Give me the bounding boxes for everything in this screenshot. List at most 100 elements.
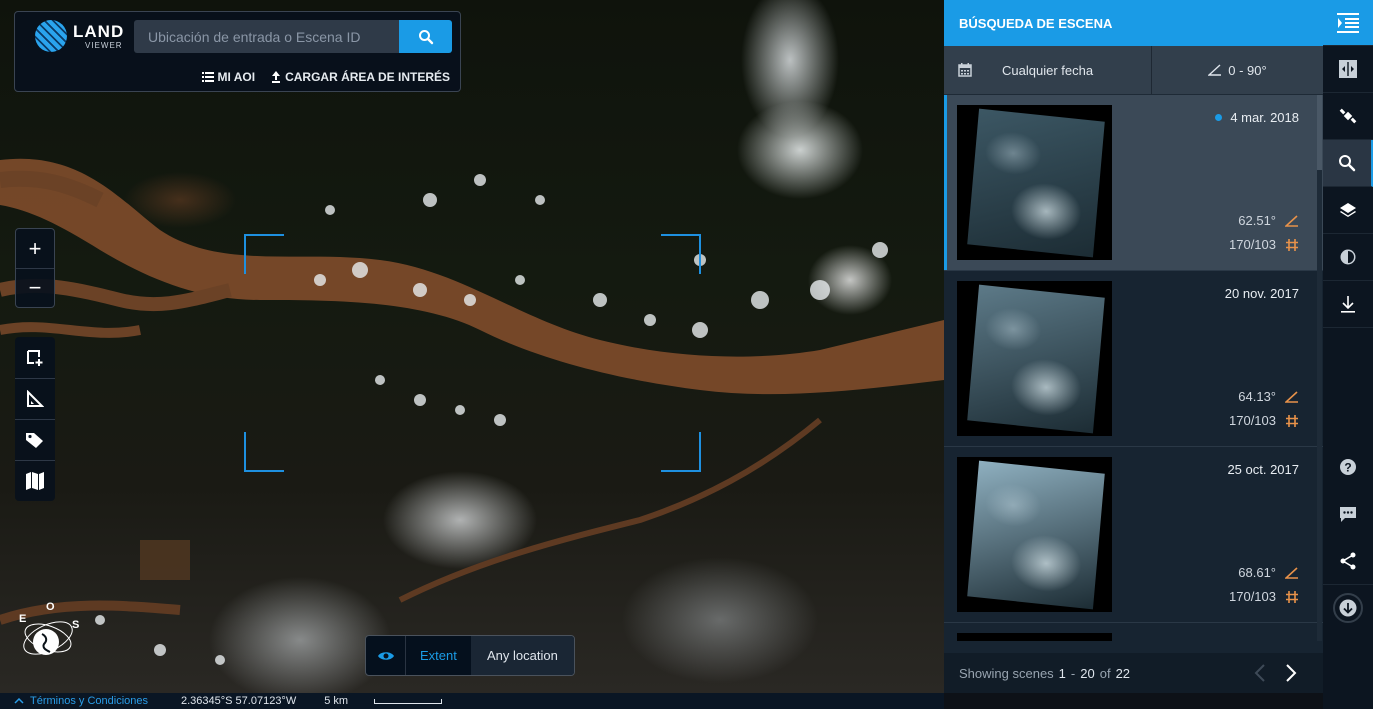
my-aoi-label: MI AOI — [217, 70, 256, 84]
help-button[interactable]: ? — [1323, 443, 1373, 490]
layers-button[interactable] — [1323, 187, 1373, 234]
download-icon — [1341, 296, 1355, 313]
location-search-input[interactable] — [134, 20, 400, 53]
upload-aoi-link[interactable]: CARGAR ÁREA DE INTERÉS — [271, 70, 450, 84]
upload-aoi-label: CARGAR ÁREA DE INTERÉS — [285, 70, 450, 84]
previous-page-button[interactable] — [1254, 663, 1266, 686]
chevron-left-icon — [1254, 664, 1265, 682]
share-icon — [1340, 552, 1356, 569]
scale-label: 5 km — [324, 695, 349, 707]
download-button[interactable] — [1323, 281, 1373, 328]
my-aoi-link[interactable]: MI AOI — [201, 70, 256, 84]
scene-date: 25 oct. 2017 — [1227, 462, 1299, 477]
zoom-out-button[interactable]: − — [16, 268, 54, 307]
search-button[interactable] — [399, 20, 452, 53]
scene-item[interactable]: 20 nov. 2017 64.13° 170/103 — [944, 271, 1323, 447]
terms-label: Términos y Condiciones — [30, 695, 148, 707]
circle-download-button[interactable] — [1323, 584, 1373, 631]
aoi-corner-bottom-left — [244, 432, 284, 472]
angle-icon — [1208, 64, 1222, 76]
area-select-icon — [27, 349, 43, 366]
date-filter[interactable]: Cualquier fecha — [944, 46, 1152, 94]
satellite-icon — [1339, 108, 1357, 124]
satellite-map[interactable] — [0, 0, 944, 693]
feedback-button[interactable] — [1323, 490, 1373, 537]
pager-to: 20 — [1080, 665, 1095, 681]
angle-icon — [1285, 214, 1298, 227]
aoi-corner-bottom-right — [661, 432, 701, 472]
contrast-button[interactable] — [1323, 234, 1373, 281]
land-viewer-logo[interactable]: LAND VIEWER — [35, 20, 123, 56]
search-icon — [1339, 155, 1356, 172]
pager-prefix: Showing scenes — [959, 665, 1054, 681]
ruler-button[interactable] — [15, 378, 55, 419]
collapse-panel-icon — [1337, 12, 1359, 33]
contrast-icon — [1340, 249, 1356, 265]
extent-toggle: Extent Any location — [365, 635, 575, 676]
globe-icon — [35, 20, 67, 52]
path-row-value: 170/103 — [1229, 237, 1276, 252]
satellite-button[interactable] — [1323, 93, 1373, 140]
svg-text:?: ? — [1344, 460, 1351, 474]
logo-subtext: VIEWER — [85, 41, 123, 50]
share-button[interactable] — [1323, 537, 1373, 584]
scene-date: 20 nov. 2017 — [1224, 286, 1299, 301]
sun-angle-value: 64.13° — [1238, 389, 1276, 404]
compare-button[interactable] — [1323, 46, 1373, 93]
terms-link[interactable]: Términos y Condiciones — [14, 695, 148, 707]
scrollbar-handle[interactable] — [1317, 95, 1322, 170]
pager-of: of — [1099, 665, 1111, 681]
aoi-corner-top-left — [244, 234, 284, 274]
sun-angle-value: 62.51° — [1238, 213, 1276, 228]
scene-item[interactable]: 25 oct. 2017 68.61° 170/103 — [944, 447, 1323, 623]
help-icon: ? — [1340, 458, 1356, 475]
area-select-button[interactable] — [15, 337, 55, 378]
scene-item-partial[interactable] — [944, 623, 1323, 641]
next-page-button[interactable] — [1285, 663, 1297, 686]
panel-title: BÚSQUEDA DE ESCENA — [944, 0, 1323, 46]
aoi-corner-top-right — [661, 234, 701, 274]
hash-icon — [1286, 414, 1298, 427]
right-icon-rail: ? — [1323, 0, 1373, 709]
visibility-toggle[interactable] — [366, 636, 406, 675]
upload-icon — [272, 71, 281, 83]
any-location-option[interactable]: Any location — [470, 636, 574, 675]
search-header: LAND VIEWER MI AOI C — [14, 11, 461, 92]
land-viewer-app: LAND VIEWER MI AOI C — [0, 0, 1373, 709]
path-row-value: 170/103 — [1229, 413, 1276, 428]
search-tab-button[interactable] — [1323, 140, 1373, 187]
scale-bar — [374, 698, 443, 704]
zoom-in-button[interactable]: + — [16, 229, 54, 268]
scene-list-scrollbar[interactable] — [1317, 95, 1322, 641]
calendar-icon — [958, 63, 972, 77]
scene-list: 4 mar. 2018 62.51° 170/103 20 nov. 2017 … — [944, 95, 1323, 641]
circle-download-icon — [1339, 599, 1357, 617]
ruler-icon — [27, 390, 44, 407]
tag-button[interactable] — [15, 419, 55, 460]
collapse-panel-button[interactable] — [1323, 0, 1373, 46]
chevron-right-icon — [1286, 664, 1297, 682]
sun-angle-value: 68.61° — [1238, 565, 1276, 580]
map-icon — [26, 472, 44, 490]
extent-option[interactable]: Extent — [406, 636, 471, 675]
eye-icon — [377, 651, 394, 660]
eos-logo[interactable]: E O S — [16, 600, 86, 662]
search-icon — [418, 29, 433, 44]
map-tools — [15, 337, 55, 501]
sun-angle-filter[interactable]: 0 - 90° — [1152, 46, 1323, 94]
svg-text:E: E — [19, 613, 26, 625]
scene-thumbnail — [957, 457, 1112, 612]
path-row-value: 170/103 — [1229, 589, 1276, 604]
basemap-button[interactable] — [15, 460, 55, 501]
scene-thumbnail — [957, 105, 1112, 260]
scene-date: 4 mar. 2018 — [1230, 110, 1299, 125]
layers-icon — [1340, 203, 1356, 217]
date-filter-label: Cualquier fecha — [1002, 62, 1094, 78]
pagination: Showing scenes 1 - 20 of 22 — [944, 653, 1323, 693]
scene-thumbnail — [957, 633, 1112, 641]
pager-total: 22 — [1115, 665, 1131, 681]
scene-item[interactable]: 4 mar. 2018 62.51° 170/103 — [944, 95, 1323, 271]
chevron-up-icon — [14, 698, 24, 704]
scene-search-panel: BÚSQUEDA DE ESCENA Cualquier fecha 0 - 9… — [944, 0, 1323, 693]
hash-icon — [1286, 238, 1298, 251]
